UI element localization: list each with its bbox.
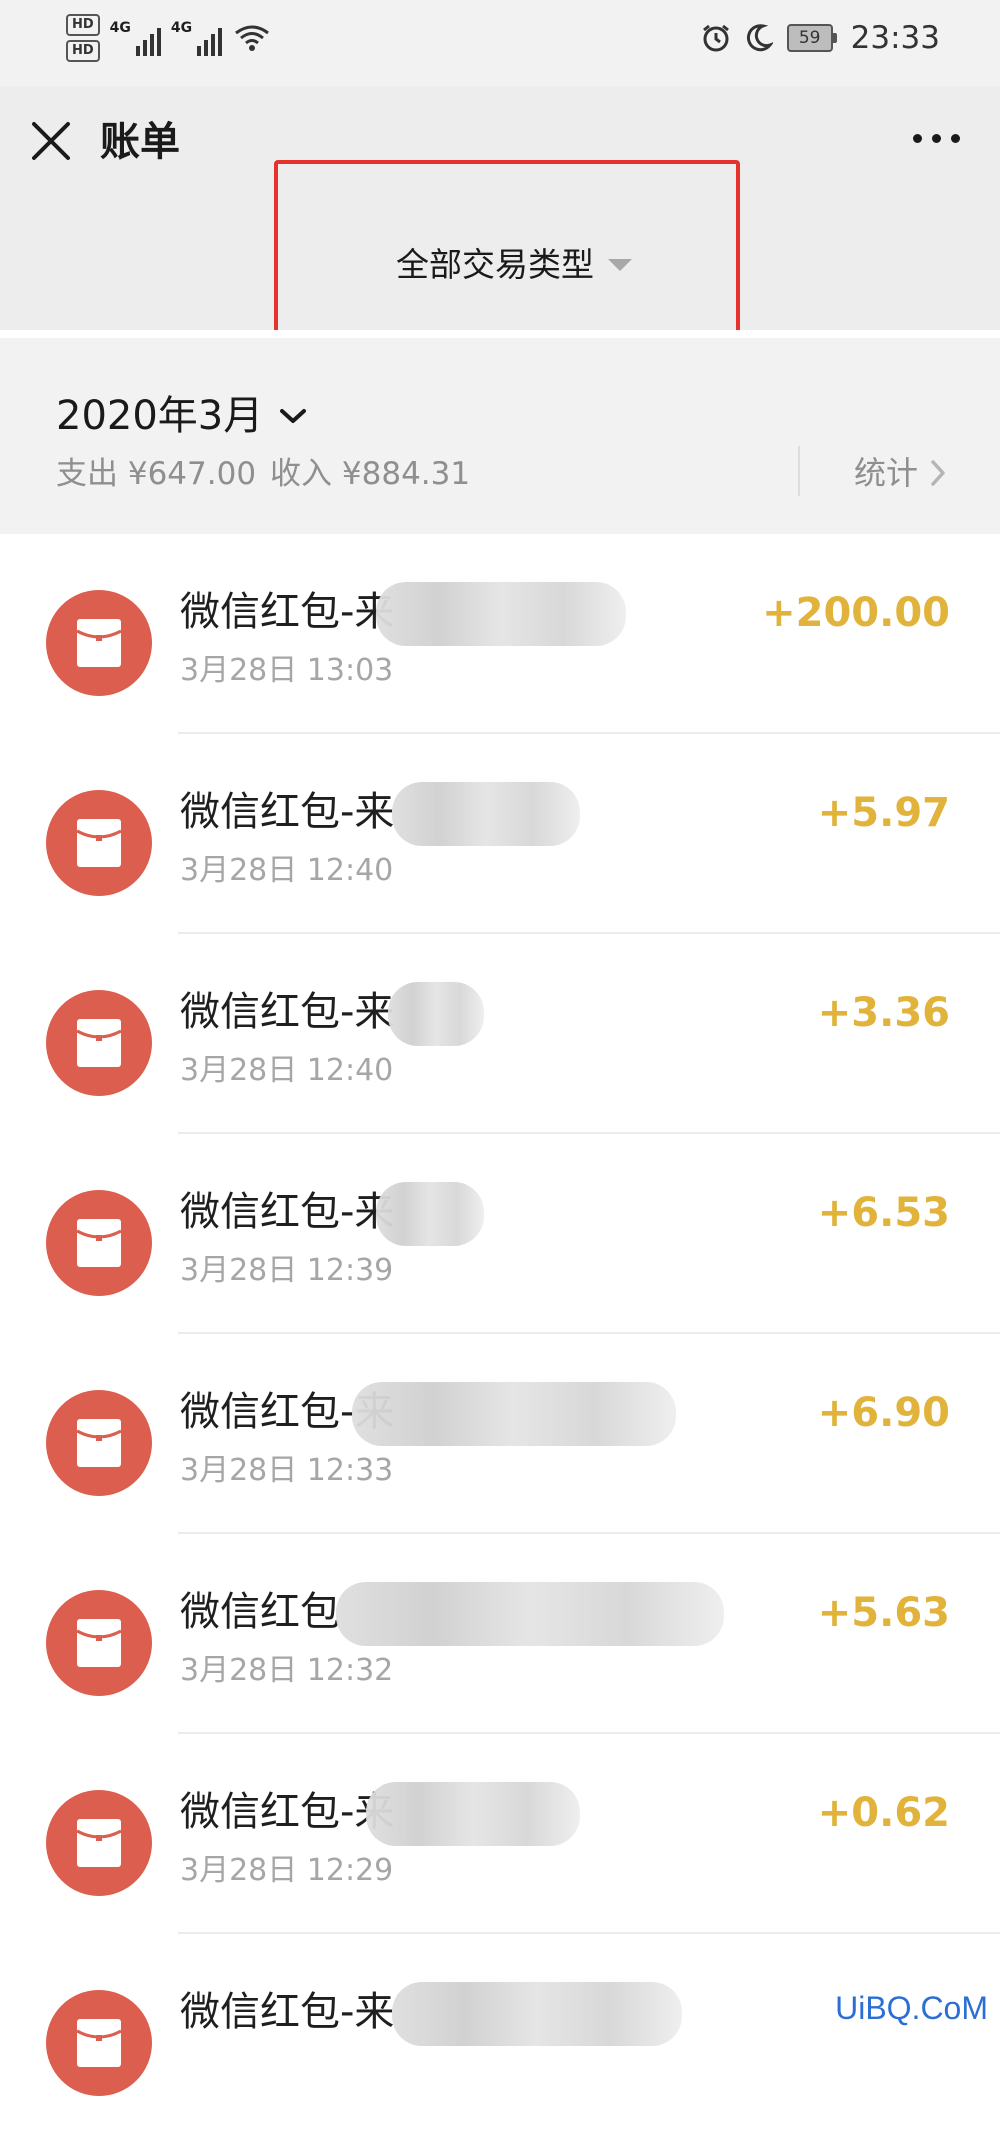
red-packet-icon bbox=[46, 990, 152, 1096]
transaction-amount: +3.36 bbox=[817, 990, 950, 1036]
redaction-blur bbox=[388, 982, 484, 1046]
transaction-amount: +5.97 bbox=[817, 790, 950, 836]
transaction-row[interactable]: 微信红包-来 3月28日 13:03 +200.00 bbox=[0, 534, 1000, 734]
transaction-amount: +6.53 bbox=[817, 1190, 950, 1236]
transaction-row[interactable]: 微信红包-来 3月28日 12:29 +0.62 bbox=[0, 1734, 1000, 1934]
transaction-row[interactable]: 微信红包-来 3月28日 12:39 +6.53 bbox=[0, 1134, 1000, 1334]
month-selector[interactable]: 2020年3月 bbox=[56, 388, 307, 444]
transaction-row[interactable]: 微信红包-来 3月28日 12:33 +6.90 bbox=[0, 1334, 1000, 1534]
moon-icon bbox=[746, 24, 773, 52]
income-total: 收入 ¥884.31 bbox=[270, 456, 471, 492]
transaction-row[interactable]: 微信红包-来 3月28日 12:40 +5.97 bbox=[0, 734, 1000, 934]
transaction-title: 微信红包-来 bbox=[180, 989, 395, 1035]
transaction-title: 微信红包-来 bbox=[180, 789, 395, 835]
chevron-down-icon bbox=[280, 409, 307, 423]
stats-button[interactable]: 统计 bbox=[854, 450, 946, 496]
red-packet-icon bbox=[46, 1790, 152, 1896]
transaction-title: 微信红包 bbox=[180, 1589, 340, 1635]
alarm-icon bbox=[702, 24, 729, 52]
month-summary: 支出 ¥647.00 收入 ¥884.31 bbox=[56, 452, 470, 496]
stats-label: 统计 bbox=[854, 454, 919, 492]
redaction-blur bbox=[366, 1782, 580, 1846]
hd-badge-2: HD bbox=[66, 40, 100, 62]
signal-sim1-icon: 4G bbox=[110, 20, 161, 56]
red-packet-icon bbox=[46, 1390, 152, 1496]
transaction-title: 微信红包-来 bbox=[180, 1989, 395, 2035]
transaction-time: 3月28日 12:29 bbox=[180, 1853, 394, 1888]
transaction-time: 3月28日 12:33 bbox=[180, 1453, 394, 1488]
transaction-amount: +5.63 bbox=[817, 1590, 950, 1636]
watermark: UiBQ.CoM bbox=[829, 1986, 994, 2030]
chevron-right-icon bbox=[931, 460, 945, 486]
transaction-time: 3月28日 12:32 bbox=[180, 1653, 394, 1688]
hd-badge-1: HD bbox=[66, 14, 100, 36]
transaction-title: 微信红包-来 bbox=[180, 1789, 395, 1835]
network-indicators: HD HD 4G 4G bbox=[66, 14, 272, 62]
status-right: 59 23:33 bbox=[701, 20, 940, 56]
transaction-row[interactable]: 微信红包-来 3月28日 12:40 +3.36 bbox=[0, 934, 1000, 1134]
section-divider bbox=[0, 330, 1000, 338]
redaction-blur bbox=[392, 1982, 682, 2046]
transaction-list: 微信红包-来 3月28日 13:03 +200.00 微信红包-来 3月28日 … bbox=[0, 534, 1000, 2096]
red-packet-icon bbox=[46, 1990, 152, 2096]
red-packet-icon bbox=[46, 590, 152, 696]
transaction-time: 3月28日 13:03 bbox=[180, 653, 394, 688]
transaction-amount: +0.62 bbox=[817, 1790, 950, 1836]
transaction-row[interactable]: 微信红包-来 bbox=[0, 1934, 1000, 2134]
page-title: 账单 bbox=[100, 119, 180, 165]
red-packet-icon bbox=[46, 790, 152, 896]
sim2-network-tag: 4G bbox=[170, 20, 193, 36]
redaction-blur bbox=[336, 1582, 724, 1646]
redaction-blur bbox=[376, 1182, 484, 1246]
transaction-title: 微信红包-来 bbox=[180, 1189, 395, 1235]
transaction-amount: +200.00 bbox=[762, 590, 950, 636]
transaction-time: 3月28日 12:40 bbox=[180, 1053, 394, 1088]
clock: 23:33 bbox=[850, 20, 940, 56]
redaction-blur bbox=[392, 782, 580, 846]
transaction-row[interactable]: 微信红包 3月28日 12:32 +5.63 bbox=[0, 1534, 1000, 1734]
battery-level: 59 bbox=[786, 24, 833, 52]
battery-icon: 59 bbox=[786, 24, 837, 52]
hd-badges: HD HD bbox=[66, 14, 100, 62]
wifi-icon bbox=[235, 25, 270, 51]
month-label: 2020年3月 bbox=[56, 393, 264, 439]
transaction-title: 微信红包-来 bbox=[180, 589, 395, 635]
red-packet-icon bbox=[46, 1590, 152, 1696]
signal-sim2-icon: 4G bbox=[170, 20, 223, 56]
month-header: 2020年3月 支出 ¥647.00 收入 ¥884.31 统计 bbox=[0, 338, 1000, 534]
expense-total: 支出 ¥647.00 bbox=[56, 456, 257, 492]
transaction-time: 3月28日 12:40 bbox=[180, 853, 394, 888]
transaction-amount: +6.90 bbox=[817, 1390, 950, 1436]
close-icon[interactable] bbox=[28, 118, 74, 164]
more-icon[interactable] bbox=[913, 134, 960, 143]
sim1-network-tag: 4G bbox=[109, 20, 131, 36]
transaction-time: 3月28日 12:39 bbox=[180, 1253, 394, 1288]
stats-divider bbox=[798, 446, 800, 496]
red-packet-icon bbox=[46, 1190, 152, 1296]
redaction-blur bbox=[352, 1382, 676, 1446]
status-bar: HD HD 4G 4G 59 23:33 bbox=[0, 0, 1000, 86]
redaction-blur bbox=[376, 582, 626, 646]
